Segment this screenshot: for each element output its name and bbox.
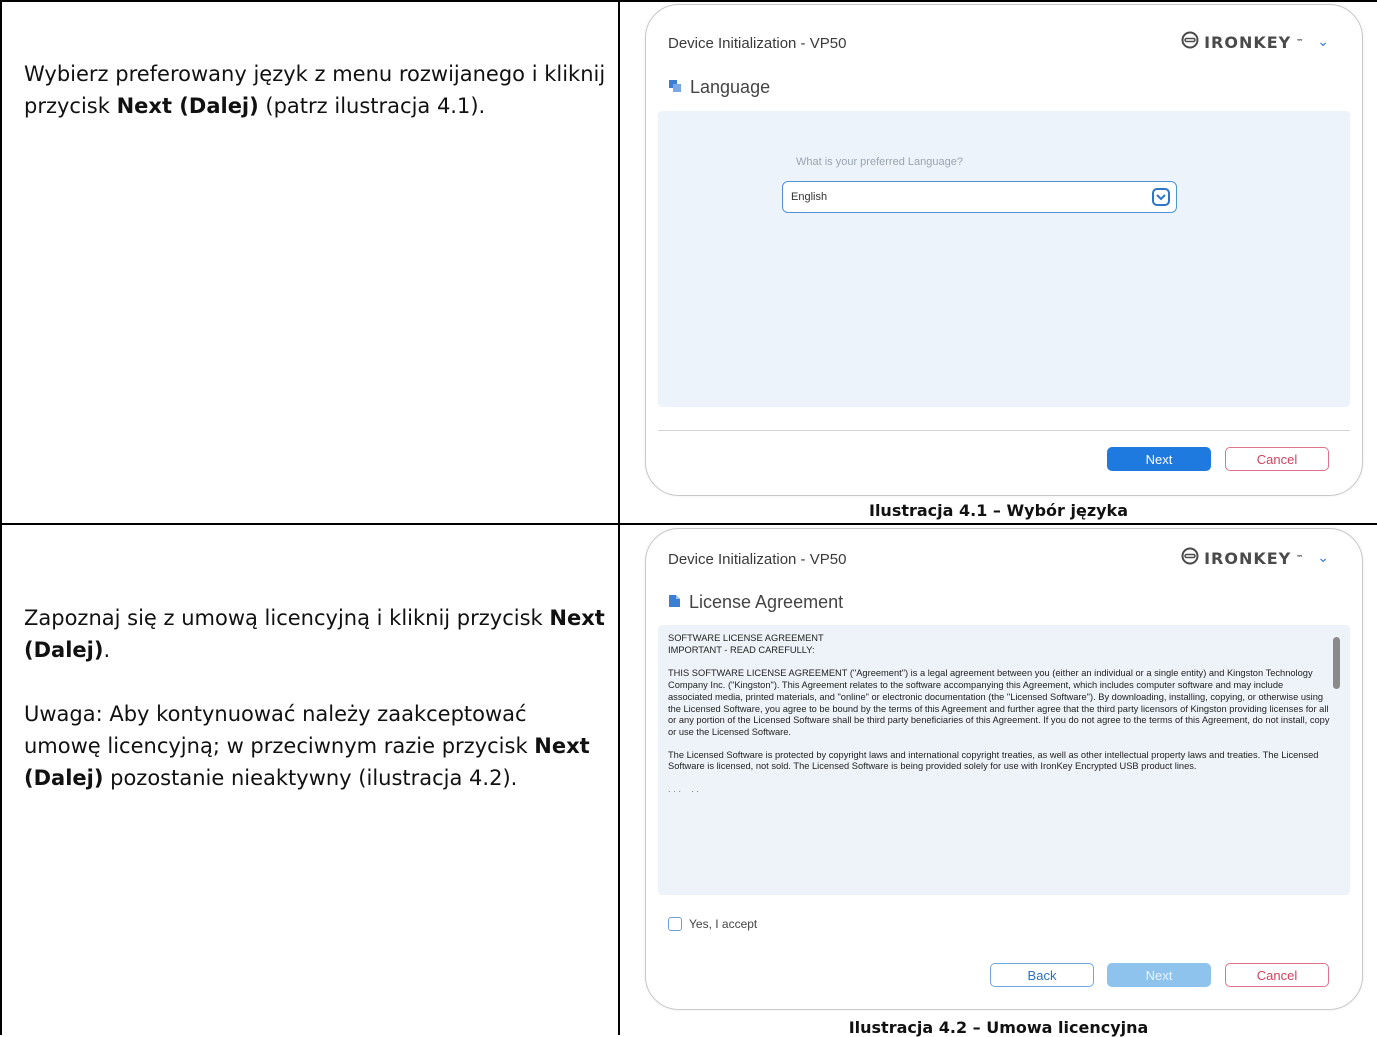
chevron-down-icon: ⌄	[1317, 550, 1330, 566]
brand-name: IRONKEY	[1204, 548, 1292, 568]
language-icon	[668, 77, 682, 98]
license-scrollbar[interactable]	[1333, 629, 1346, 891]
table-border-left	[0, 0, 2, 1035]
chevron-down-icon[interactable]	[1152, 188, 1170, 206]
license-text-panel[interactable]: SOFTWARE LICENSE AGREEMENT IMPORTANT - RE…	[658, 625, 1350, 895]
language-select-value: English	[791, 191, 828, 203]
ironkey-brand[interactable]: IRONKEY ™ ⌄	[1181, 31, 1330, 53]
accept-checkbox[interactable]	[668, 917, 682, 931]
figure-caption: Ilustracja 4.1 – Wybór języka	[868, 501, 1128, 520]
table-border-top	[0, 0, 1377, 2]
language-select[interactable]: English	[782, 181, 1177, 213]
step-2-instruction: Zapoznaj się z umową licencyjną i klikni…	[24, 606, 605, 790]
next-button-disabled: Next	[1107, 963, 1211, 987]
ironkey-logo-icon	[1181, 31, 1199, 53]
window-title: Device Initialization - VP50	[668, 551, 847, 568]
language-dialog-window: Device Initialization - VP50 IRONKEY ™ ⌄…	[645, 4, 1363, 496]
section-title: License Agreement	[668, 592, 843, 613]
chevron-down-icon: ⌄	[1317, 34, 1330, 50]
section-title: Language	[668, 77, 770, 98]
license-scrollbar-thumb[interactable]	[1333, 637, 1340, 689]
window-title: Device Initialization - VP50	[668, 35, 847, 52]
license-dialog-window: Device Initialization - VP50 IRONKEY ™ ⌄…	[645, 528, 1363, 1010]
brand-name: IRONKEY	[1204, 32, 1292, 52]
cancel-button[interactable]: Cancel	[1225, 447, 1329, 471]
language-question: What is your preferred Language?	[796, 156, 963, 168]
ironkey-brand[interactable]: IRONKEY ™ ⌄	[1181, 547, 1330, 569]
cancel-button[interactable]: Cancel	[1225, 963, 1329, 987]
language-panel: What is your preferred Language? English	[658, 111, 1350, 407]
figure-caption: Ilustracja 4.2 – Umowa licencyjna	[848, 1018, 1149, 1037]
accept-label: Yes, I accept	[689, 917, 758, 931]
footer-divider	[658, 430, 1350, 431]
table-border-row	[0, 523, 1377, 525]
back-button[interactable]: Back	[990, 963, 1094, 987]
accept-checkbox-row[interactable]: Yes, I accept	[668, 917, 757, 931]
license-text: SOFTWARE LICENSE AGREEMENT IMPORTANT - RE…	[668, 633, 1330, 795]
step-1-instruction: Wybierz preferowany język z menu rozwija…	[24, 62, 606, 118]
document-icon	[668, 592, 681, 613]
ironkey-logo-icon	[1181, 547, 1199, 569]
next-button[interactable]: Next	[1107, 447, 1211, 471]
